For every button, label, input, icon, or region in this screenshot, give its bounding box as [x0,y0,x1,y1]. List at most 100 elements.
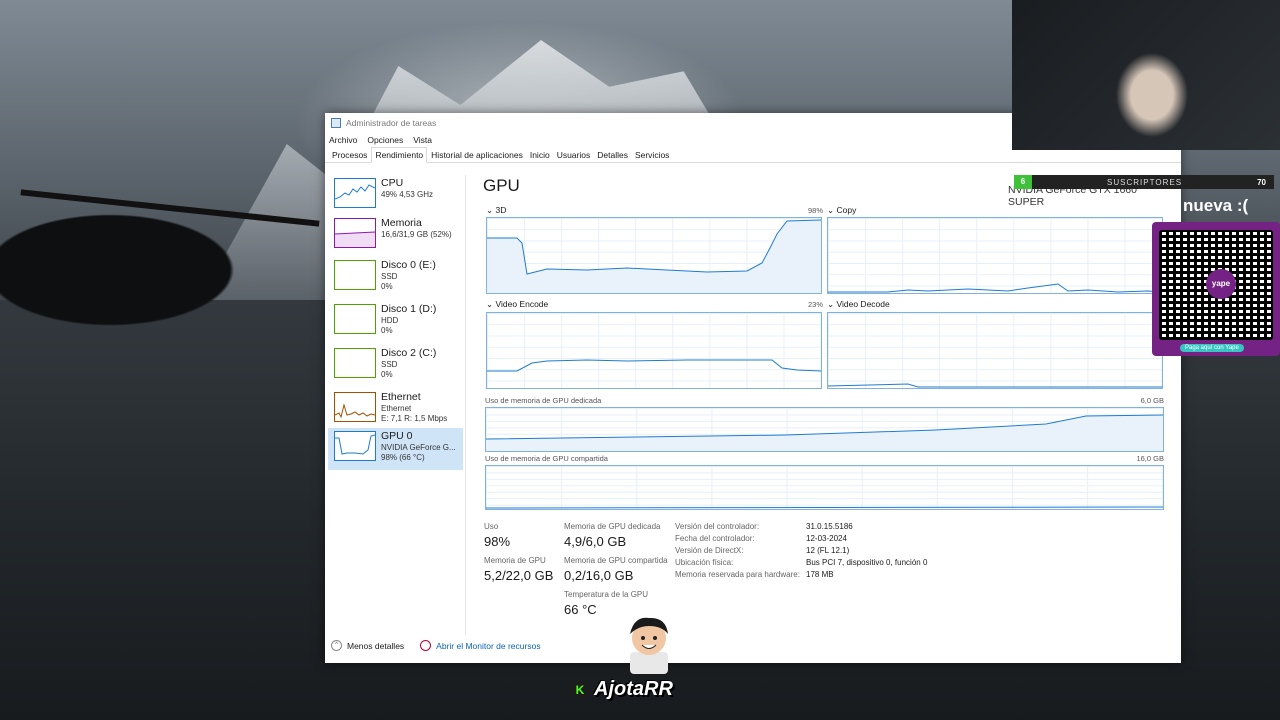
graph-dedicated-memory [485,407,1164,452]
sidebar-item-name: Disco 1 (D:) [381,303,437,315]
helicopter [0,160,330,420]
stat-value: 4,9/6,0 GB [564,534,627,549]
less-details-button[interactable]: Menos detalles [347,641,404,651]
sidebar-item-disco-1[interactable]: Disco 1 (D:) HDD 0% [328,301,463,343]
prop-key: Versión de DirectX: [675,546,744,555]
sidebar-item-ethernet[interactable]: Ethernet Ethernet E: 7,1 R: 1,5 Mbps [328,389,463,431]
sidebar-item-detail: HDD [381,316,399,325]
sidebar-item-usage: 98% (66 °C) [381,453,425,462]
stat-usage: Uso 98% [484,522,510,549]
sidebar-item-name: CPU [381,177,404,189]
graph-3d [486,217,822,294]
sidebar-item-name: Memoria [381,217,422,229]
prop-directx-value: 12 (FL 12.1) [806,546,850,555]
sidebar-item-name: Disco 2 (C:) [381,347,437,359]
overlay-message: nueva :( [1183,196,1249,215]
subscriber-goal-bar: 6 SUSCRIPTORES 70 [1014,175,1274,189]
dedicated-memory-max: 6,0 GB [1140,396,1164,405]
resource-monitor-icon [420,640,432,651]
sidebar-item-usage: 0% [381,326,393,335]
chevron-up-icon[interactable]: ^ [331,640,342,651]
qr-code-icon: yape [1159,230,1273,340]
memory-thumbnail [334,218,376,248]
subscriber-target: 70 [1257,177,1266,187]
sidebar-item-disco-2[interactable]: Disco 2 (C:) SSD 0% [328,345,463,387]
graph-video-encode [486,312,822,389]
stat-gpu-memory: Memoria de GPU 5,2/22,0 GB [484,556,553,583]
graph-video-decode [827,312,1163,389]
dedicated-memory-label: Uso de memoria de GPU dedicada [485,396,602,405]
channel-name: AjotaRR [594,678,673,700]
tab-inicio[interactable]: Inicio [527,148,553,162]
graph-shared-memory [485,465,1164,510]
yape-pay-label: Paga aquí con Yape [1180,344,1244,352]
menu-vista[interactable]: Vista [413,135,432,145]
stat-label: Uso [484,522,499,531]
kick-icon: K [572,681,588,698]
prop-driver-version: Versión del controlador: [675,522,759,531]
subscriber-count: 6 [1014,175,1032,189]
disk-thumbnail [334,348,376,378]
resource-monitor-link[interactable]: Abrir el Monitor de recursos [436,641,540,651]
graph-decode-title: Video Decode [836,299,890,309]
sidebar-item-name: Disco 0 (E:) [381,259,436,271]
ethernet-thumbnail [334,392,376,422]
prop-driver-date: Fecha del controlador: [675,534,755,543]
prop-directx: Versión de DirectX: [675,546,743,555]
stat-label: Memoria de GPU dedicada [564,522,661,531]
subscriber-label: SUSCRIPTORES [1107,177,1183,187]
window-title: Administrador de tareas [346,118,437,128]
tab-servicios[interactable]: Servicios [632,148,672,162]
streamer-avatar [630,617,668,674]
task-manager-icon [331,118,341,128]
gpu-thumbnail [334,431,376,461]
prop-reserved-memory-value: 178 MB [806,570,834,579]
disk-thumbnail [334,260,376,290]
tab-usuarios[interactable]: Usuarios [554,148,594,162]
sidebar-item-detail: 49% 4,53 GHz [381,190,434,199]
sidebar-item-disco-0[interactable]: Disco 0 (E:) SSD 0% [328,257,463,299]
task-manager-window: Administrador de tareas Archivo Opciones… [325,113,1181,663]
stat-value: 0,2/16,0 GB [564,568,634,583]
sidebar-item-usage: 0% [381,282,393,291]
shared-memory-label: Uso de memoria de GPU compartida [485,454,608,463]
channel-brand: K AjotaRR [572,678,673,701]
tab-procesos[interactable]: Procesos [329,148,370,162]
prop-location: Ubicación física: [675,558,733,567]
sidebar-item-gpu-0[interactable]: GPU 0 NVIDIA GeForce G... 98% (66 °C) [328,428,463,470]
sidebar-item-detail: SSD [381,360,398,369]
graph-3d-label[interactable]: ⌄ 3D [486,205,506,216]
sidebar-item-usage: 0% [381,370,393,379]
graph-encode-title: Video Encode [495,299,549,309]
page-title: GPU [483,176,520,195]
stat-value: 98% [484,534,511,549]
sidebar-item-usage: E: 7,1 R: 1,5 Mbps [381,414,448,423]
stat-label: Temperatura de la GPU [564,590,649,599]
menu-opciones[interactable]: Opciones [367,135,403,145]
tab-historial[interactable]: Historial de aplicaciones [428,148,526,162]
stat-label: Memoria de GPU compartida [564,556,668,565]
graph-decode-label[interactable]: ⌄ Video Decode [827,299,890,310]
prop-reserved-memory: Memoria reservada para hardware: [675,570,800,579]
sidebar-item-detail: SSD [381,272,398,281]
graph-copy-label[interactable]: ⌄ Copy [827,205,856,216]
graph-copy-title: Copy [836,205,857,215]
tab-rendimiento[interactable]: Rendimiento [371,147,428,163]
graph-encode-percent: 23% [807,300,823,309]
sidebar-item-memoria[interactable]: Memoria 16,6/31,9 GB (52%) [328,215,463,257]
graph-copy [827,217,1163,294]
shared-memory-max: 16,0 GB [1136,454,1164,463]
prop-driver-version-value: 31.0.15.5186 [806,522,853,531]
stat-value: 5,2/22,0 GB [484,568,554,583]
graph-3d-title: 3D [495,205,507,215]
prop-driver-date-value: 12-03-2024 [806,534,847,543]
yape-donation-card: yape Paga aquí con Yape [1152,222,1280,356]
prop-key: Memoria reservada para hardware: [675,570,800,579]
cpu-thumbnail [334,178,376,208]
menu-archivo[interactable]: Archivo [329,135,357,145]
stat-label: Memoria de GPU [484,556,546,565]
sidebar-item-cpu[interactable]: CPU 49% 4,53 GHz [328,175,463,217]
graph-encode-label[interactable]: ⌄ Video Encode [486,299,548,310]
tab-detalles[interactable]: Detalles [594,148,631,162]
webcam-feed [1012,0,1280,150]
